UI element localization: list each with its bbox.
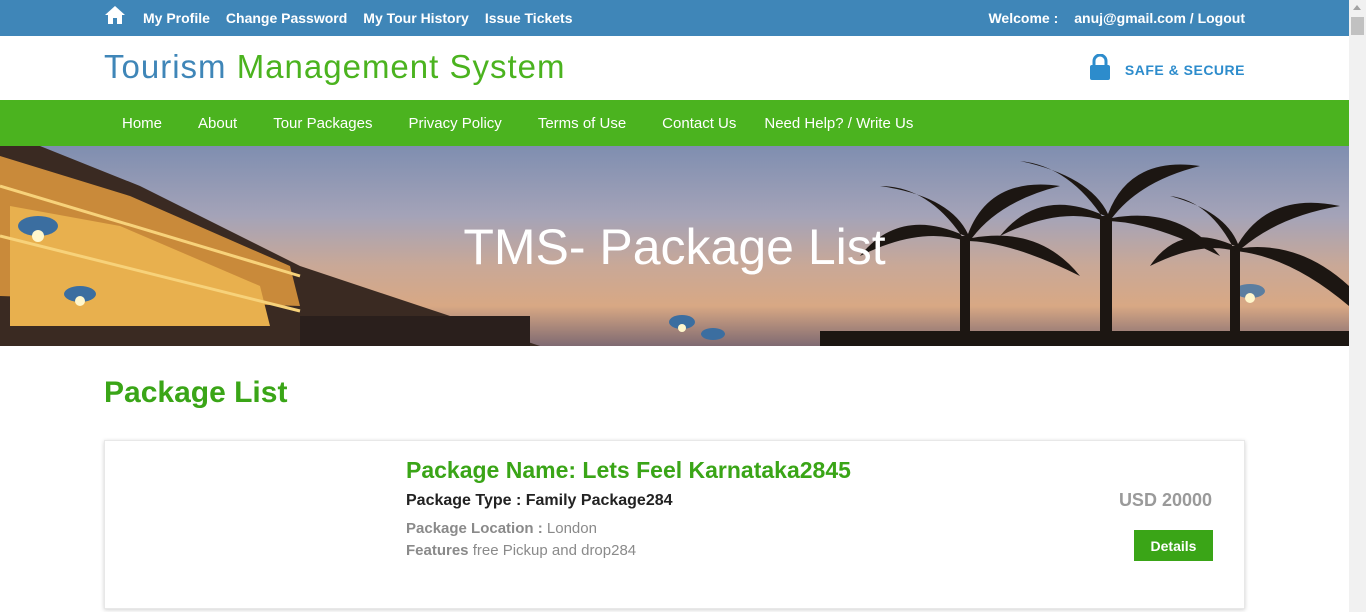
banner-title: TMS- Package List xyxy=(463,219,886,275)
site-header: Tourism Management System SAFE & SECURE xyxy=(0,36,1349,100)
issue-tickets-link[interactable]: Issue Tickets xyxy=(485,10,573,26)
my-tour-history-link[interactable]: My Tour History xyxy=(363,10,469,26)
home-icon[interactable] xyxy=(104,5,126,25)
safe-secure-text: SAFE & SECURE xyxy=(1124,62,1245,78)
package-features-value: free Pickup and drop284 xyxy=(468,542,637,559)
nav-about[interactable]: About xyxy=(198,115,237,132)
nav-need-help[interactable]: Need Help? / Write Us xyxy=(764,115,913,132)
main-nav: Home About Tour Packages Privacy Policy … xyxy=(0,100,1349,146)
package-location-label: Package Location : xyxy=(406,520,543,537)
welcome-label: Welcome : xyxy=(988,10,1059,26)
package-features: Features free Pickup and drop284 xyxy=(406,542,636,559)
nav-terms-of-use[interactable]: Terms of Use xyxy=(538,115,626,132)
user-area: Welcome : anuj@gmail.com / Logout xyxy=(988,0,1245,36)
safe-secure-badge: SAFE & SECURE xyxy=(1089,54,1245,80)
page-title: Package List xyxy=(104,376,288,409)
page-banner: TMS- Package List xyxy=(0,146,1349,346)
nav-contact-us[interactable]: Contact Us xyxy=(662,115,736,132)
package-name: Package Name: Lets Feel Karnataka2845 xyxy=(406,457,851,483)
page-scrollbar[interactable] xyxy=(1349,0,1366,612)
top-bar-links: My Profile Change Password My Tour Histo… xyxy=(104,0,589,36)
scroll-up-arrow-icon[interactable] xyxy=(1353,5,1361,10)
package-card: Package Name: Lets Feel Karnataka2845 Pa… xyxy=(104,440,1245,609)
my-profile-link[interactable]: My Profile xyxy=(143,10,210,26)
package-location-value: London xyxy=(542,520,597,537)
brand-part-2: Management System xyxy=(236,48,566,85)
package-features-label: Features xyxy=(406,542,469,559)
scrollbar-thumb[interactable] xyxy=(1351,17,1364,35)
brand-part-1: Tourism xyxy=(104,48,237,85)
nav-tour-packages[interactable]: Tour Packages xyxy=(273,115,372,132)
lock-icon xyxy=(1089,54,1110,80)
details-button[interactable]: Details xyxy=(1134,530,1213,561)
change-password-link[interactable]: Change Password xyxy=(226,10,347,26)
user-logout-link[interactable]: anuj@gmail.com / Logout xyxy=(1074,10,1245,26)
nav-home[interactable]: Home xyxy=(122,115,162,132)
nav-privacy-policy[interactable]: Privacy Policy xyxy=(408,115,501,132)
package-type: Package Type : Family Package284 xyxy=(406,492,673,509)
site-brand[interactable]: Tourism Management System xyxy=(104,48,566,86)
package-price: USD 20000 xyxy=(1118,490,1212,510)
package-location: Package Location : London xyxy=(406,520,597,537)
top-bar: My Profile Change Password My Tour Histo… xyxy=(0,0,1349,36)
